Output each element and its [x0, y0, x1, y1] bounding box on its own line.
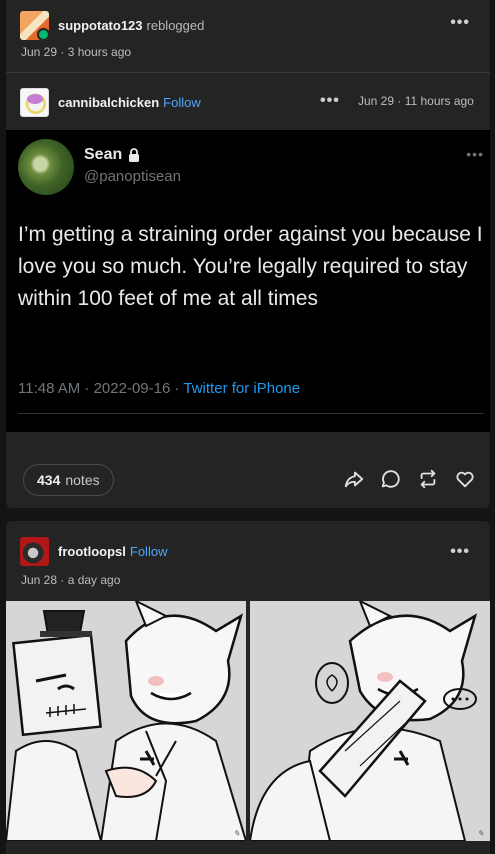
- reblog-badge-icon: [37, 28, 49, 40]
- avatar-frootloopsl[interactable]: [20, 537, 49, 566]
- post-timestamp[interactable]: Jun 29 · 11 hours ago: [358, 94, 474, 108]
- more-icon[interactable]: •••: [450, 15, 470, 31]
- reblog-icon[interactable]: [417, 468, 439, 490]
- notes-button[interactable]: 434 notes: [23, 464, 114, 496]
- tweet-avatar: [18, 139, 74, 195]
- tweet-time: 11:48 AM · 2022-09-16 ·: [18, 380, 184, 397]
- artwork-image-2[interactable]: ✎: [250, 601, 490, 841]
- reblog-timestamp[interactable]: Jun 29 · 3 hours ago: [21, 45, 131, 59]
- notes-label: notes: [65, 472, 100, 488]
- avatar-suppotato123[interactable]: [20, 11, 49, 40]
- artwork-drawing: [6, 601, 246, 841]
- author-username[interactable]: frootloopsl: [58, 544, 126, 559]
- tweet-handle: @panoptisean: [84, 168, 181, 185]
- post-card-reblog: suppotato123 reblogged Jun 29 · 3 hours …: [6, 0, 490, 508]
- author-username[interactable]: cannibalchicken: [58, 95, 159, 110]
- notes-count: 434: [37, 472, 61, 488]
- follow-button[interactable]: Follow: [163, 95, 201, 110]
- tweet-meta: 11:48 AM · 2022-09-16 · Twitter for iPho…: [18, 380, 300, 397]
- post-timestamp[interactable]: Jun 28 · a day ago: [21, 573, 120, 587]
- reblog-header: suppotato123 reblogged: [20, 11, 490, 40]
- like-icon[interactable]: [454, 468, 476, 490]
- tweet-screenshot-image[interactable]: Sean @panoptisean ••• I’m getting a stra…: [6, 130, 490, 432]
- lock-icon: [129, 148, 139, 162]
- avatar-cannibalchicken[interactable]: [20, 88, 49, 117]
- reply-icon[interactable]: [380, 468, 402, 490]
- follow-button[interactable]: Follow: [130, 544, 168, 559]
- share-icon[interactable]: [343, 468, 365, 490]
- tweet-more-icon: •••: [466, 146, 484, 162]
- reblogger-username[interactable]: suppotato123: [58, 18, 143, 33]
- tweet-text: I’m getting a straining order against yo…: [18, 223, 483, 310]
- more-icon[interactable]: •••: [450, 544, 470, 560]
- artwork-image-1[interactable]: ✎: [6, 601, 246, 841]
- artwork-drawing: [250, 601, 490, 841]
- artist-signature: ✎: [477, 829, 484, 838]
- post-card: frootloopsl Follow ••• Jun 28 · a day ag…: [6, 521, 490, 854]
- more-icon[interactable]: •••: [320, 93, 340, 109]
- tweet-source: Twitter for iPhone: [183, 380, 301, 397]
- post-actions: [343, 468, 476, 490]
- reblog-verb: reblogged: [146, 18, 205, 33]
- divider: [6, 72, 490, 73]
- tweet-display-name: Sean: [84, 146, 123, 163]
- artist-signature: ✎: [233, 829, 240, 838]
- author-header: frootloopsl Follow: [20, 537, 490, 566]
- tweet-divider: [18, 413, 484, 414]
